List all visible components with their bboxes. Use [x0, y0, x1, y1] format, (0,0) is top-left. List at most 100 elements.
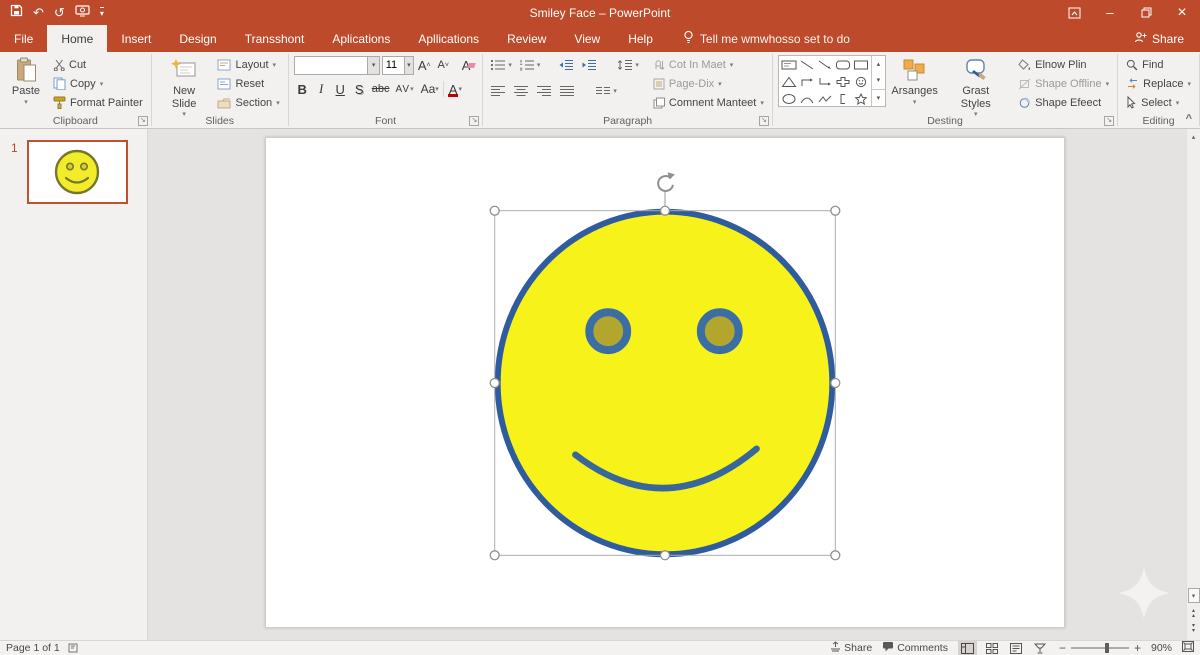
- shape-smiley-icon[interactable]: [853, 76, 869, 88]
- resize-handle-top[interactable]: [661, 206, 670, 215]
- tab-file[interactable]: File: [0, 25, 47, 52]
- align-right-button[interactable]: [534, 81, 554, 101]
- font-color-button[interactable]: A: [446, 79, 464, 99]
- tab-view[interactable]: View: [560, 25, 614, 52]
- numbering-button[interactable]: [517, 55, 543, 75]
- replace-button[interactable]: Replace: [1123, 74, 1194, 93]
- scroll-up-icon[interactable]: ▴: [1187, 129, 1200, 144]
- font-size-caret-icon[interactable]: [404, 57, 413, 74]
- shape-line-icon[interactable]: [799, 59, 815, 71]
- new-slide-button[interactable]: New Slide: [157, 55, 212, 121]
- notes-flag-icon[interactable]: [68, 643, 78, 654]
- shapes-scroll-down-icon[interactable]: ▾: [872, 72, 885, 88]
- shape-freeform-icon[interactable]: [817, 93, 833, 105]
- font-size-input[interactable]: [383, 57, 404, 74]
- save-icon[interactable]: [10, 4, 23, 22]
- select-button[interactable]: Select: [1123, 93, 1194, 112]
- tab-aplications[interactable]: Aplications: [318, 25, 404, 52]
- previous-slide-button[interactable]: ▴▴: [1187, 606, 1200, 621]
- scroll-down-icon[interactable]: ▾: [1188, 588, 1200, 603]
- character-spacing-button[interactable]: AV: [393, 79, 416, 99]
- cut-button[interactable]: Cut: [50, 55, 146, 74]
- paragraph-dialog-launcher-icon[interactable]: [759, 116, 769, 126]
- shape-outline-button[interactable]: Shape Offline: [1015, 74, 1112, 93]
- resize-handle-bottom-left[interactable]: [490, 551, 499, 560]
- shape-elbow-arrow-icon[interactable]: [817, 76, 833, 88]
- share-button[interactable]: Share: [1118, 25, 1200, 52]
- tab-review[interactable]: Review: [493, 25, 560, 52]
- zoom-slider[interactable]: − +: [1059, 641, 1141, 655]
- ribbon-display-options-button[interactable]: [1056, 0, 1092, 25]
- redo-icon[interactable]: ↺: [54, 6, 65, 19]
- font-dialog-launcher-icon[interactable]: [469, 116, 479, 126]
- normal-view-button[interactable]: [958, 641, 977, 655]
- undo-icon[interactable]: ↶: [33, 6, 44, 19]
- shape-arrow-icon[interactable]: [817, 59, 833, 71]
- paste-button[interactable]: Paste: [5, 55, 47, 109]
- shape-cross-icon[interactable]: [835, 76, 851, 88]
- format-painter-button[interactable]: Format Painter: [50, 93, 146, 112]
- clipboard-dialog-launcher-icon[interactable]: [138, 116, 148, 126]
- close-button[interactable]: ×: [1164, 0, 1200, 25]
- bold-button[interactable]: B: [294, 79, 311, 99]
- smiley-face-shape[interactable]: [498, 212, 833, 555]
- shapes-gallery[interactable]: ▴ ▾ ▾: [778, 55, 886, 107]
- grow-font-button[interactable]: A˄: [416, 55, 433, 75]
- tab-transshont[interactable]: Transshont: [231, 25, 319, 52]
- tab-apllications[interactable]: Apllications: [404, 25, 493, 52]
- align-left-button[interactable]: [488, 81, 508, 101]
- columns-button[interactable]: [593, 81, 619, 101]
- minimize-button[interactable]: –: [1092, 0, 1128, 25]
- shapes-more-icon[interactable]: ▾: [872, 89, 885, 106]
- zoom-in-icon[interactable]: +: [1134, 641, 1141, 655]
- shape-effects-button[interactable]: Shape Efeect: [1015, 93, 1112, 112]
- change-case-button[interactable]: Aa: [419, 79, 441, 99]
- copy-button[interactable]: Copy: [50, 74, 146, 93]
- zoom-track[interactable]: [1071, 647, 1129, 649]
- align-center-button[interactable]: [511, 81, 531, 101]
- drawing-dialog-launcher-icon[interactable]: [1104, 116, 1114, 126]
- strikethrough-button[interactable]: abc: [370, 79, 392, 99]
- vertical-scrollbar[interactable]: ▴ ▾ ▴▴ ▾▾: [1186, 129, 1200, 640]
- slide-1-thumbnail[interactable]: [27, 140, 128, 204]
- collapse-ribbon-icon[interactable]: ^: [1186, 113, 1192, 125]
- shape-oval-icon[interactable]: [781, 93, 797, 105]
- customize-qat-icon[interactable]: ▾: [100, 7, 104, 18]
- slide-sorter-view-button[interactable]: [983, 641, 1001, 655]
- tell-me-box[interactable]: Tell me wmwhosso set to do: [673, 25, 860, 52]
- font-name-input[interactable]: [295, 57, 368, 74]
- resize-handle-bottom[interactable]: [661, 551, 670, 560]
- resize-handle-right[interactable]: [831, 379, 840, 388]
- tab-help[interactable]: Help: [614, 25, 667, 52]
- tab-home[interactable]: Home: [47, 25, 107, 52]
- font-size-combo[interactable]: [382, 56, 414, 75]
- increase-indent-button[interactable]: [579, 55, 599, 75]
- italic-button[interactable]: I: [313, 79, 330, 99]
- resize-handle-bottom-right[interactable]: [831, 551, 840, 560]
- reset-button[interactable]: Reset: [214, 74, 282, 93]
- shapes-scroll-up-icon[interactable]: ▴: [872, 56, 885, 72]
- rotate-handle-icon[interactable]: [658, 172, 675, 191]
- section-button[interactable]: Section: [214, 93, 282, 112]
- shape-rounded-rectangle-icon[interactable]: [835, 59, 851, 71]
- restore-button[interactable]: [1128, 0, 1164, 25]
- font-name-combo[interactable]: [294, 56, 380, 75]
- share-status-button[interactable]: Share: [830, 641, 872, 655]
- bullets-button[interactable]: [488, 55, 514, 75]
- font-name-caret-icon[interactable]: [367, 57, 378, 74]
- comments-button[interactable]: Comments: [882, 641, 948, 655]
- quick-styles-button[interactable]: Grast Styles: [943, 55, 1008, 121]
- resize-handle-top-right[interactable]: [831, 206, 840, 215]
- zoom-out-icon[interactable]: −: [1059, 641, 1066, 655]
- text-direction-button[interactable]: Cot In Maet: [650, 55, 767, 74]
- shape-bracket-icon[interactable]: [835, 93, 851, 105]
- slideshow-icon[interactable]: [75, 4, 90, 22]
- shape-triangle-icon[interactable]: [781, 76, 797, 88]
- resize-handle-top-left[interactable]: [490, 206, 499, 215]
- tab-insert[interactable]: Insert: [107, 25, 165, 52]
- zoom-level[interactable]: 90%: [1151, 642, 1172, 654]
- tab-design[interactable]: Design: [165, 25, 230, 52]
- zoom-thumb[interactable]: [1105, 643, 1109, 653]
- next-slide-button[interactable]: ▾▾: [1187, 621, 1200, 636]
- decrease-indent-button[interactable]: [556, 55, 576, 75]
